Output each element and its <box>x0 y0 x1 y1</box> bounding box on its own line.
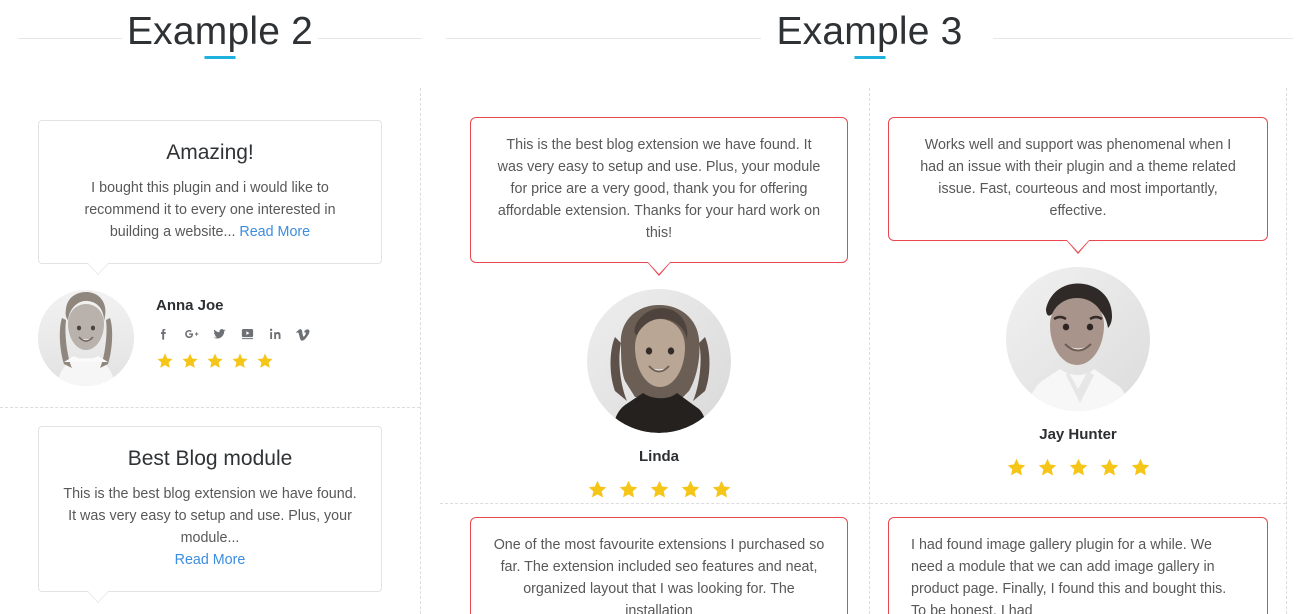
testimonial-card: I had found image gallery plugin for a w… <box>888 517 1268 614</box>
star-icon <box>206 352 224 370</box>
testimonial-card: Works well and support was phenomenal wh… <box>888 117 1268 478</box>
testimonial-bubble: One of the most favourite extensions I p… <box>470 517 848 614</box>
testimonial-title: Best Blog module <box>127 447 293 470</box>
testimonial-author: Anna Joe <box>0 290 420 386</box>
heading-underline <box>204 56 236 59</box>
google-plus-icon[interactable] <box>184 326 199 342</box>
author-name: Anna Joe <box>156 297 224 314</box>
testimonial-text: I had found image gallery plugin for a w… <box>911 537 1227 614</box>
testimonial-text: One of the most favourite extensions I p… <box>493 537 825 614</box>
star-icon <box>1068 457 1089 478</box>
author-name: Jay Hunter <box>1039 426 1117 443</box>
testimonial-bubble: Best Blog module This is the best blog e… <box>38 426 382 603</box>
heading-example-3: Example 3 <box>440 0 1299 88</box>
social-links <box>156 326 311 342</box>
star-icon <box>256 352 274 370</box>
row-divider <box>0 407 420 408</box>
star-icon <box>649 479 670 500</box>
testimonial-text: This is the best blog extension we have … <box>497 137 821 241</box>
star-icon <box>618 479 639 500</box>
star-icon <box>711 479 732 500</box>
star-icon <box>156 352 174 370</box>
testimonial-text: I bought this plugin and i would like to… <box>61 177 359 243</box>
testimonial-columns: Amazing! I bought this plugin and i woul… <box>0 88 1299 614</box>
example3-column-2: Works well and support was phenomenal wh… <box>870 88 1286 614</box>
avatar <box>587 289 731 433</box>
star-icon <box>1006 457 1027 478</box>
row-divider <box>870 503 1286 504</box>
facebook-icon[interactable] <box>156 326 171 342</box>
heading-example-2: Example 2 <box>0 0 440 88</box>
page-title-example-2: Example 2 <box>126 10 314 53</box>
testimonial-text: This is the best blog extension we have … <box>61 483 359 571</box>
testimonial-author: Jay Hunter <box>888 267 1268 478</box>
avatar <box>1006 267 1150 411</box>
read-more-link[interactable]: Read More <box>239 224 310 240</box>
testimonial-bubble: I had found image gallery plugin for a w… <box>888 517 1268 614</box>
testimonial-bubble: Works well and support was phenomenal wh… <box>888 117 1268 254</box>
star-icon <box>680 479 701 500</box>
headings-row: Example 2 Example 3 <box>0 0 1299 88</box>
heading-underline <box>854 56 885 59</box>
star-icon <box>1037 457 1058 478</box>
star-icon <box>1099 457 1120 478</box>
testimonial-text: Works well and support was phenomenal wh… <box>920 137 1236 219</box>
column-divider <box>420 88 421 614</box>
rating-stars <box>888 457 1268 478</box>
star-icon <box>181 352 199 370</box>
testimonial-bubble: This is the best blog extension we have … <box>470 117 848 276</box>
author-meta: Anna Joe <box>156 290 311 370</box>
column-divider <box>1286 88 1287 614</box>
testimonial-card: One of the most favourite extensions I p… <box>470 517 848 614</box>
example3-column-1: This is the best blog extension we have … <box>440 88 870 614</box>
testimonial-author: Linda <box>470 289 848 500</box>
star-icon <box>231 352 249 370</box>
star-icon <box>587 479 608 500</box>
testimonials-page: Example 2 Example 3 Amazing! I bought th… <box>0 0 1299 614</box>
example2-column: Amazing! I bought this plugin and i woul… <box>0 88 420 614</box>
youtube-icon[interactable] <box>240 326 255 342</box>
twitter-icon[interactable] <box>212 326 227 342</box>
avatar <box>38 290 134 386</box>
testimonial-card: This is the best blog extension we have … <box>470 117 848 500</box>
rating-stars <box>470 479 848 500</box>
rating-stars <box>156 352 311 370</box>
page-title-example-3: Example 3 <box>776 10 963 53</box>
vimeo-icon[interactable] <box>296 326 311 342</box>
testimonial-card: Best Blog module This is the best blog e… <box>0 426 420 614</box>
testimonial-card: Amazing! I bought this plugin and i woul… <box>0 120 420 386</box>
star-icon <box>1130 457 1151 478</box>
linkedin-icon[interactable] <box>268 326 283 342</box>
author-name: Linda <box>639 448 679 465</box>
row-divider <box>440 503 870 504</box>
testimonial-body: This is the best blog extension we have … <box>63 486 357 546</box>
testimonial-bubble: Amazing! I bought this plugin and i woul… <box>38 120 382 275</box>
read-more-link[interactable]: Read More <box>175 552 246 568</box>
testimonial-title: Amazing! <box>166 141 254 164</box>
